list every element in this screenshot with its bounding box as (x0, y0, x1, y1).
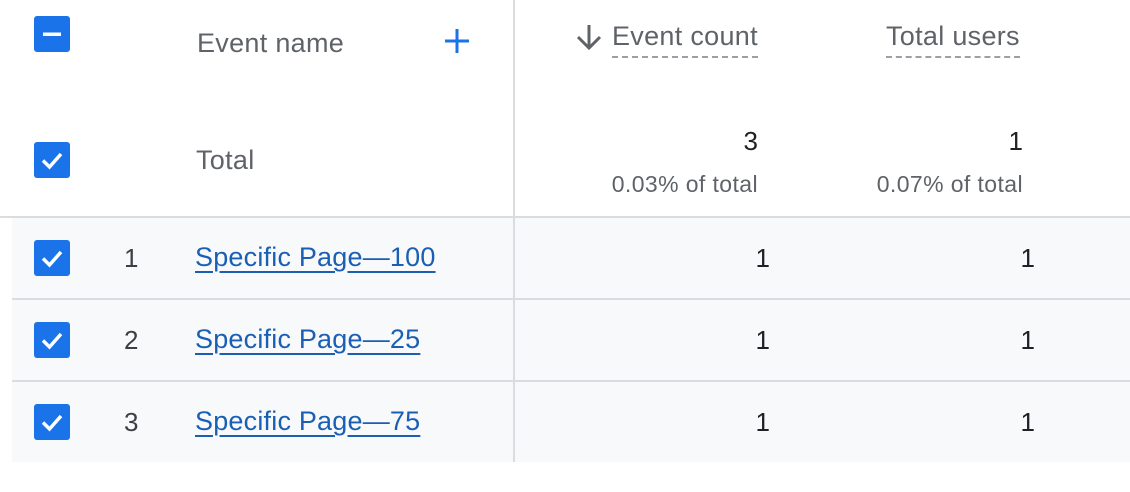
row-total-users: 1 (1020, 325, 1035, 355)
totals-total-users-pct: 0.07% of total (876, 171, 1023, 197)
check-icon (41, 152, 63, 170)
totals-total-users: 1 (1008, 126, 1023, 156)
row-total-users: 1 (1020, 407, 1035, 437)
table-row: 1 Specific Page—100 1 1 (12, 218, 1130, 300)
row-event-count: 1 (755, 325, 770, 355)
row-event-count: 1 (755, 407, 770, 437)
row-index: 3 (124, 407, 139, 437)
row-checkbox[interactable] (34, 240, 70, 276)
event-name-link[interactable]: Specific Page—100 (195, 242, 436, 273)
select-all-checkbox[interactable] (34, 16, 70, 52)
plus-icon[interactable] (440, 24, 474, 58)
row-total-users: 1 (1020, 243, 1035, 273)
table-row: 3 Specific Page—75 1 1 (12, 382, 1130, 462)
table-row: 2 Specific Page—25 1 1 (12, 300, 1130, 382)
minus-icon (43, 32, 61, 36)
row-checkbox[interactable] (34, 404, 70, 440)
event-name-link[interactable]: Specific Page—25 (195, 324, 420, 355)
totals-event-count-pct: 0.03% of total (611, 171, 758, 197)
check-icon (41, 250, 63, 268)
check-icon (41, 332, 63, 350)
check-icon (41, 414, 63, 432)
totals-event-count: 3 (743, 126, 758, 156)
totals-checkbox[interactable] (34, 142, 70, 178)
row-event-count: 1 (755, 243, 770, 273)
arrow-down-icon[interactable] (575, 22, 603, 52)
row-index: 1 (124, 243, 139, 273)
totals-label: Total (196, 145, 255, 175)
column-divider (513, 0, 515, 462)
event-table: Event name Event count Total users Total… (0, 0, 1130, 492)
event-name-link[interactable]: Specific Page—75 (195, 406, 420, 437)
row-index: 2 (124, 325, 139, 355)
event-name-header[interactable]: Event name (197, 28, 344, 59)
row-checkbox[interactable] (34, 322, 70, 358)
table-header: Event name Event count Total users Total… (0, 0, 1130, 218)
total-users-header[interactable]: Total users (886, 21, 1020, 58)
event-count-header[interactable]: Event count (612, 21, 758, 58)
